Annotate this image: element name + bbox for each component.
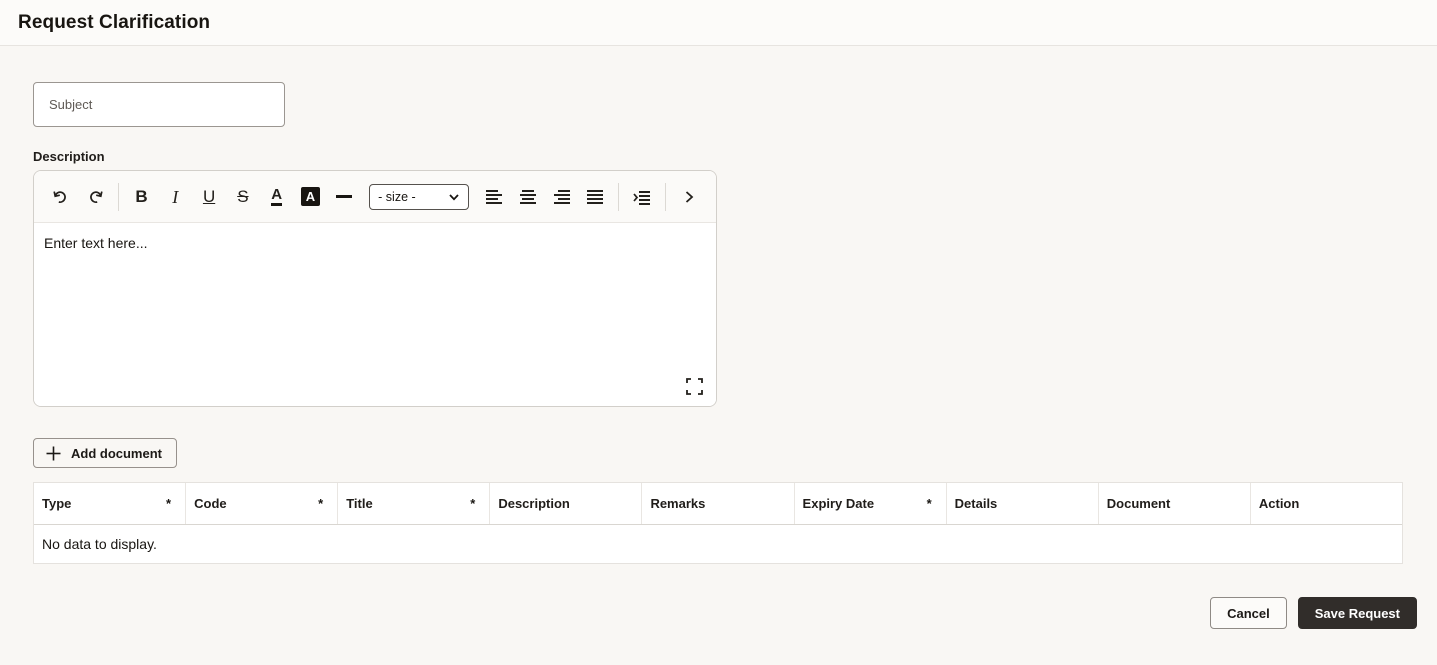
italic-button[interactable]: I (161, 182, 189, 212)
strikethrough-icon: S (237, 187, 249, 206)
chevron-right-icon (682, 190, 696, 204)
add-document-label: Add document (71, 445, 162, 461)
column-header-type[interactable]: Type * (34, 483, 187, 524)
documents-table-header: Type * Code * Title * Description Remark… (34, 483, 1402, 525)
required-marker: * (318, 496, 324, 511)
toolbar-separator (665, 182, 667, 211)
strikethrough-button[interactable]: S (229, 182, 257, 212)
bold-icon: B (135, 187, 148, 206)
background-color-icon: A (300, 187, 320, 206)
italic-icon: I (172, 186, 179, 207)
page-header: Request Clarification (0, 0, 1437, 46)
bold-button[interactable]: B (128, 182, 156, 212)
column-header-description[interactable]: Description (490, 483, 643, 524)
undo-icon (51, 187, 71, 207)
align-center-icon (518, 187, 538, 207)
page-title: Request Clarification (18, 11, 211, 33)
align-center-button[interactable] (514, 182, 542, 212)
font-size-select[interactable]: - size - (369, 183, 470, 210)
underline-icon: U (202, 187, 216, 206)
redo-icon (85, 187, 105, 207)
font-color-icon: A (271, 187, 283, 206)
align-right-button[interactable] (548, 182, 576, 212)
horizontal-rule-button[interactable] (330, 182, 358, 212)
description-rich-text-editor: B I U S A A - size - Enter text here... (33, 170, 717, 407)
required-marker: * (470, 496, 476, 511)
align-left-icon (484, 187, 504, 207)
font-size-select-value: - size - (378, 189, 416, 204)
column-header-code[interactable]: Code * (186, 483, 339, 524)
fullscreen-icon (685, 377, 703, 395)
plus-icon (45, 445, 62, 462)
column-header-remarks[interactable]: Remarks (642, 483, 795, 524)
cancel-button[interactable]: Cancel (1210, 597, 1287, 629)
editor-content-area[interactable]: Enter text here... (34, 223, 716, 406)
fullscreen-button[interactable] (682, 374, 706, 398)
toolbar-separator (618, 182, 620, 211)
required-marker: * (166, 496, 172, 511)
indent-icon (632, 187, 652, 207)
column-header-document[interactable]: Document (1099, 483, 1251, 524)
background-color-button[interactable]: A (297, 182, 325, 212)
description-label: Description (33, 149, 105, 164)
justify-icon (585, 187, 605, 207)
add-document-button[interactable]: Add document (33, 438, 177, 468)
content-area: Description (0, 82, 1437, 629)
toolbar-separator (117, 182, 119, 211)
align-right-icon (552, 187, 572, 207)
required-marker: * (926, 496, 932, 511)
column-header-expiry-date[interactable]: Expiry Date * (795, 483, 947, 524)
underline-button[interactable]: U (195, 182, 223, 212)
column-header-title[interactable]: Title * (338, 483, 491, 524)
column-header-details[interactable]: Details (947, 483, 1099, 524)
chevron-down-icon (448, 191, 460, 203)
table-empty-message: No data to display. (34, 525, 1402, 563)
documents-table: Type * Code * Title * Description Remark… (33, 482, 1403, 564)
font-color-button[interactable]: A (263, 182, 291, 212)
horizontal-rule-icon (336, 195, 353, 198)
redo-button[interactable] (81, 182, 109, 212)
align-left-button[interactable] (480, 182, 508, 212)
footer-actions: Cancel Save Request (33, 597, 1417, 629)
editor-placeholder-text: Enter text here... (44, 235, 148, 251)
undo-button[interactable] (47, 182, 75, 212)
subject-input[interactable] (33, 82, 285, 127)
more-tools-button[interactable] (675, 182, 703, 212)
editor-toolbar: B I U S A A - size - (34, 171, 716, 223)
save-request-button[interactable]: Save Request (1297, 597, 1417, 629)
indent-button[interactable] (628, 182, 656, 212)
justify-button[interactable] (582, 182, 610, 212)
column-header-action[interactable]: Action (1251, 483, 1402, 524)
